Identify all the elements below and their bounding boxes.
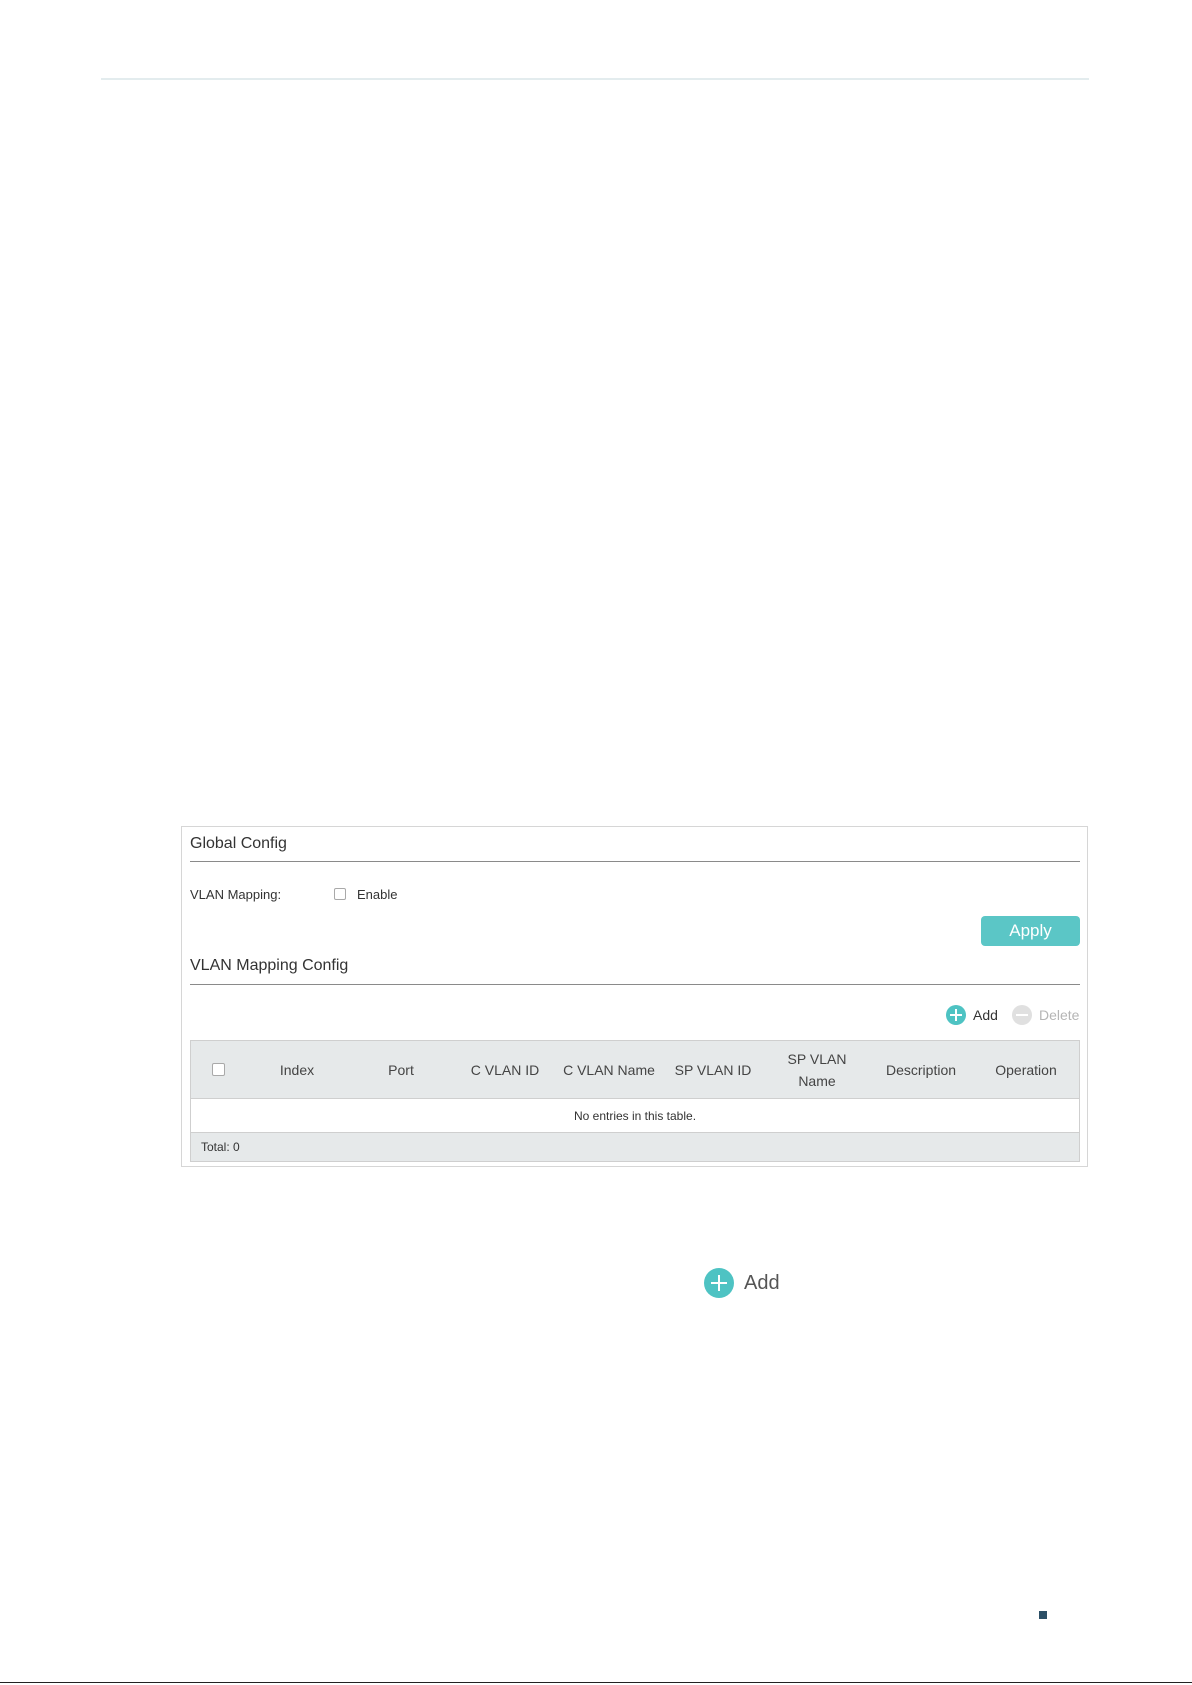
select-all-checkbox[interactable]	[211, 1063, 225, 1076]
footer-divider	[0, 1682, 1192, 1683]
column-header-index[interactable]: Index	[245, 1059, 349, 1081]
vlan-mapping-config-title: VLAN Mapping Config	[190, 957, 349, 974]
vlan-mapping-table: Index Port C VLAN ID C VLAN Name SP VLAN…	[190, 1040, 1080, 1162]
column-header-c-vlan-id[interactable]: C VLAN ID	[453, 1059, 557, 1081]
standalone-add-label: Add	[744, 1271, 780, 1294]
remove-icon	[1012, 1005, 1032, 1025]
column-header-sp-vlan-id[interactable]: SP VLAN ID	[661, 1059, 765, 1081]
column-header-description[interactable]: Description	[869, 1059, 973, 1081]
column-header-operation[interactable]: Operation	[973, 1059, 1079, 1081]
add-icon	[704, 1268, 734, 1298]
enable-checkbox[interactable]	[334, 888, 346, 900]
delete-button[interactable]: Delete	[1012, 1005, 1079, 1025]
column-header-c-vlan-name[interactable]: C VLAN Name	[557, 1059, 661, 1081]
global-config-title: Global Config	[190, 835, 287, 852]
column-header-sp-vlan-name[interactable]: SP VLAN Name	[765, 1048, 869, 1092]
add-button[interactable]: Add	[946, 1005, 998, 1025]
global-config-divider	[190, 861, 1080, 862]
add-button-label: Add	[973, 1007, 998, 1023]
select-all-cell	[191, 1063, 245, 1076]
delete-button-label: Delete	[1039, 1007, 1080, 1023]
empty-table-message: No entries in this table.	[191, 1099, 1079, 1133]
table-total: Total: 0	[191, 1133, 1079, 1161]
vlan-mapping-config-divider	[190, 984, 1080, 985]
page-marker	[1039, 1611, 1047, 1619]
vlan-mapping-label: VLAN Mapping:	[190, 887, 282, 902]
vlan-mapping-panel: Global Config VLAN Mapping: Enable Apply…	[181, 826, 1088, 1167]
add-icon	[946, 1005, 966, 1025]
table-header: Index Port C VLAN ID C VLAN Name SP VLAN…	[191, 1041, 1079, 1099]
apply-button[interactable]: Apply	[981, 916, 1080, 946]
enable-label: Enable	[357, 887, 398, 902]
column-header-port[interactable]: Port	[349, 1059, 453, 1081]
standalone-add-button[interactable]: Add	[704, 1268, 780, 1298]
header-divider	[101, 78, 1089, 80]
